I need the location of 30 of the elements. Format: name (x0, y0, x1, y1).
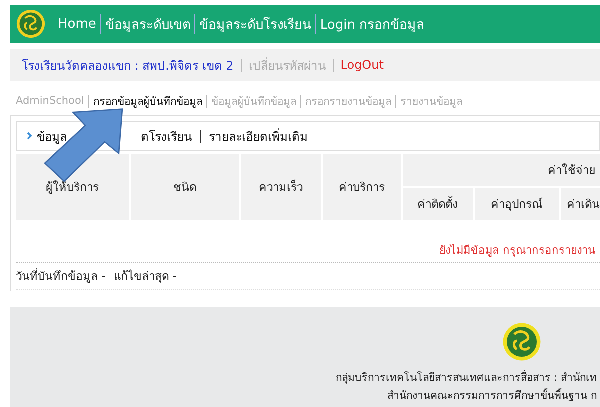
panel-title: ข้อมูล (37, 128, 67, 146)
tab[interactable]: AdminSchool (16, 95, 84, 107)
column-header: ค่าอุปกรณ์ (475, 188, 559, 220)
school-name: โรงเรียนวัดคลองแขก : สพป.พิจิตร เขต 2 (22, 58, 234, 74)
last-edited: แก้ไขล่าสุด - (114, 268, 177, 285)
column-header: ค่าติดตั้ง (403, 188, 473, 220)
footer-text: สำนักงานคณะกรรมการการศึกษาขั้นพื้นฐาน ก (388, 387, 597, 404)
nav-link[interactable]: Login กรอกข้อมูล (316, 14, 429, 34)
tab[interactable]: รายงานข้อมูล (400, 92, 462, 110)
column-header: ความเร็ว (241, 154, 321, 220)
tab[interactable]: ข้อมูลผู้บันทึกข้อมูล (211, 92, 296, 110)
tab[interactable]: กรอกรายงานข้อมูล (305, 92, 392, 110)
nav-link[interactable]: ข้อมูลระดับเขต (101, 14, 194, 34)
record-date: วันที่บันทึกข้อมูล - (16, 267, 106, 285)
column-header: ค่าใช้จ่าย (403, 154, 600, 186)
emblem-icon (16, 9, 46, 39)
details-link[interactable]: รายละเอียดเพิ่มเติม (209, 126, 308, 146)
column-header: ชนิด (131, 154, 239, 220)
footer-text: กลุ่มบริการเทคโนโลยีสารสนเทศและการสื่อสาร : สำนักเท (336, 369, 597, 386)
chevron-icon (27, 132, 33, 140)
nav-link[interactable]: ข้อมูลระดับโรงเรียน (195, 14, 316, 34)
logout-link[interactable]: LogOut (340, 58, 384, 72)
change-password-link[interactable]: เปลี่ยนรหัสผ่าน (248, 56, 326, 74)
tab[interactable]: กรอกข้อมูลผู้บันทึกข้อมูล (93, 92, 202, 110)
column-header: ค่าบริการ (323, 154, 401, 220)
column-header: ค่าเดิน (561, 188, 600, 220)
empty-message: ยังไม่มีข้อมูล กรุณากรอกรายงาน (440, 243, 596, 259)
nav-link[interactable]: Home (54, 16, 100, 32)
column-header: ผู้ให้บริการ (16, 154, 129, 220)
panel-title: ตโรงเรียน (141, 128, 192, 146)
